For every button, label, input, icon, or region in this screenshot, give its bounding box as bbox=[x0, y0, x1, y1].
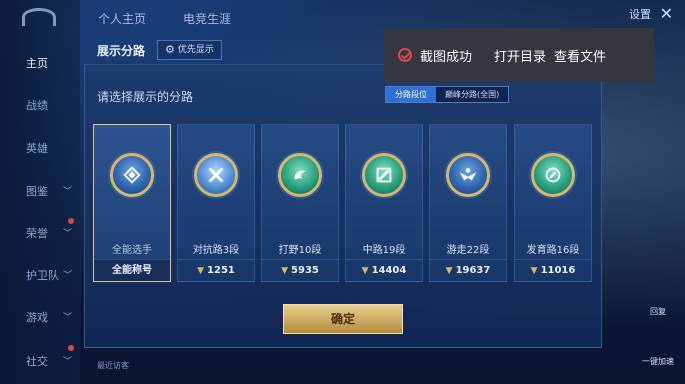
card-value: ▼ 14404 bbox=[346, 259, 422, 281]
sidebar-item-record[interactable]: 战绩 bbox=[0, 94, 80, 118]
rank-icon: ▼ bbox=[445, 266, 453, 276]
lane-card-all-round[interactable]: 全能选手 全能称号 bbox=[93, 124, 171, 282]
sidebar-item-home[interactable]: 主页 bbox=[0, 52, 80, 76]
rank-icon: ▼ bbox=[361, 266, 369, 276]
confirm-button[interactable]: 确定 bbox=[283, 304, 403, 334]
card-label: 游走22段 bbox=[446, 245, 490, 256]
all-round-emblem-icon bbox=[110, 153, 154, 197]
open-directory-link[interactable]: 打开目录 bbox=[494, 46, 546, 65]
roam-emblem-icon bbox=[446, 153, 490, 197]
toggle-lane-rank[interactable]: 分路段位 bbox=[386, 87, 436, 102]
reply-label[interactable]: 回复 bbox=[650, 306, 666, 317]
screenshot-toast: 截图成功 打开目录 查看文件 bbox=[384, 28, 654, 82]
lane-card-jungle[interactable]: 打野10段 ▼ 5935 bbox=[261, 124, 339, 282]
chevron-down-icon: ﹀ bbox=[62, 187, 72, 197]
dialog-title: 展示分路 bbox=[97, 44, 146, 58]
check-circle-icon bbox=[398, 48, 412, 62]
card-value: ▼ 11016 bbox=[515, 259, 591, 281]
chevron-down-icon: ﹀ bbox=[62, 357, 72, 367]
card-value: ▼ 1251 bbox=[178, 259, 254, 281]
recent-visitors-label: 最近访客 bbox=[97, 361, 129, 370]
sidebar-item-honor[interactable]: 荣誉 ﹀ bbox=[0, 222, 80, 246]
clash-lane-emblem-icon bbox=[194, 153, 238, 197]
card-label: 全能选手 bbox=[112, 245, 152, 256]
priority-display-button[interactable]: ⚙ 优先显示 bbox=[157, 40, 222, 60]
mid-lane-emblem-icon bbox=[362, 153, 406, 197]
sidebar: 主页 战绩 英雄 图鉴 ﹀ 荣誉 ﹀ 护卫队 ﹀ 游戏 ﹀ 社交 ﹀ bbox=[0, 0, 80, 384]
tab-profile[interactable]: 个人主页 bbox=[98, 10, 146, 27]
toggle-peak-lane[interactable]: 巅峰分路(全国) bbox=[436, 87, 509, 102]
tab-esports[interactable]: 电竞生涯 bbox=[183, 10, 231, 27]
dialog-prompt: 请选择展示的分路 bbox=[97, 90, 194, 104]
card-label: 打野10段 bbox=[278, 245, 322, 256]
farm-lane-emblem-icon bbox=[531, 153, 575, 197]
lane-mode-toggle[interactable]: 分路段位 巅峰分路(全国) bbox=[385, 86, 510, 103]
view-file-link[interactable]: 查看文件 bbox=[554, 46, 606, 65]
lane-card-clash[interactable]: 对抗路3段 ▼ 1251 bbox=[177, 124, 255, 282]
chevron-down-icon: ﹀ bbox=[62, 229, 72, 239]
lane-card-roam[interactable]: 游走22段 ▼ 19637 bbox=[429, 124, 507, 282]
gear-icon: ⚙ bbox=[165, 43, 175, 56]
settings-button[interactable]: 设置 bbox=[629, 6, 651, 22]
card-label: 对抗路3段 bbox=[192, 245, 240, 256]
card-value: ▼ 19637 bbox=[430, 259, 506, 281]
speedup-label[interactable]: 一键加速 bbox=[642, 356, 674, 367]
game-logo-icon bbox=[22, 8, 56, 26]
rank-icon: ▼ bbox=[281, 266, 289, 276]
card-label: 发育路16段 bbox=[526, 245, 580, 256]
card-value: ▼ 5935 bbox=[262, 259, 338, 281]
sidebar-item-social[interactable]: 社交 ﹀ bbox=[0, 350, 80, 374]
card-label: 中路19段 bbox=[362, 245, 406, 256]
rank-icon: ▼ bbox=[530, 266, 538, 276]
sidebar-item-games[interactable]: 游戏 ﹀ bbox=[0, 306, 80, 330]
card-value: 全能称号 bbox=[94, 259, 170, 281]
jungle-emblem-icon bbox=[278, 153, 322, 197]
sidebar-item-heroes[interactable]: 英雄 bbox=[0, 137, 80, 161]
close-icon[interactable]: ✕ bbox=[660, 4, 673, 23]
toast-message: 截图成功 bbox=[420, 49, 473, 65]
lane-card-farm[interactable]: 发育路16段 ▼ 11016 bbox=[514, 124, 592, 282]
rank-icon: ▼ bbox=[197, 266, 205, 276]
sidebar-item-codex[interactable]: 图鉴 ﹀ bbox=[0, 180, 80, 204]
sidebar-item-guard[interactable]: 护卫队 ﹀ bbox=[0, 264, 80, 288]
chevron-down-icon: ﹀ bbox=[62, 313, 72, 323]
lane-card-mid[interactable]: 中路19段 ▼ 14404 bbox=[345, 124, 423, 282]
chevron-down-icon: ﹀ bbox=[62, 271, 72, 281]
